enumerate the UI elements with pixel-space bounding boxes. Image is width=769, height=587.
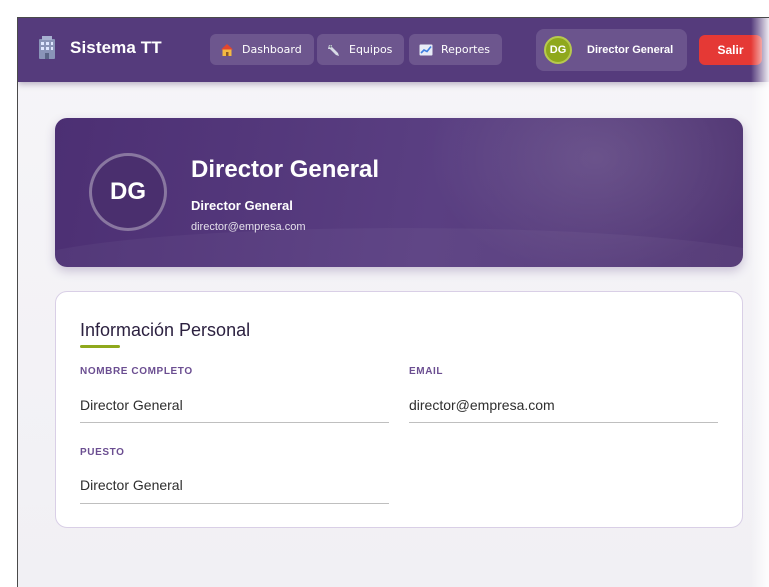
brand[interactable]: Sistema TT [38, 36, 162, 60]
full-name-value: Director General [80, 397, 183, 413]
logout-button[interactable]: Salir [699, 35, 762, 65]
nav-reportes-label: Reportes [441, 43, 490, 56]
position-label: PUESTO [80, 447, 125, 458]
profile-name: Director General [191, 156, 380, 183]
building-icon [38, 36, 56, 60]
nav-reportes[interactable]: Reportes [409, 34, 502, 65]
chart-icon [419, 43, 433, 57]
nav-equipos[interactable]: Equipos [317, 34, 405, 65]
nav-dashboard[interactable]: Dashboard [210, 34, 314, 65]
position-underline [80, 503, 389, 504]
personal-info-card: Información Personal NOMBRE COMPLETO Dir… [55, 291, 743, 528]
email-value: director@empresa.com [409, 397, 555, 413]
user-avatar: DG [544, 36, 572, 64]
user-menu[interactable]: DG Director General [536, 29, 687, 71]
position-value: Director General [80, 477, 183, 493]
full-name-underline [80, 422, 389, 423]
nav-equipos-label: Equipos [349, 43, 393, 56]
section-title-underline [80, 345, 120, 348]
email-underline [409, 422, 718, 423]
full-name-label: NOMBRE COMPLETO [80, 366, 193, 377]
house-icon [220, 43, 234, 57]
nav-dashboard-label: Dashboard [242, 43, 302, 56]
brand-title: Sistema TT [70, 38, 162, 57]
app-window: Sistema TT Dashboard Equipos Reportes DG… [17, 17, 769, 587]
profile-email: director@empresa.com [191, 221, 306, 233]
user-name: Director General [587, 44, 674, 56]
profile-role: Director General [191, 198, 293, 213]
email-label: EMAIL [409, 366, 444, 377]
top-navbar: Sistema TT Dashboard Equipos Reportes DG… [18, 18, 769, 82]
section-title: Información Personal [80, 320, 251, 340]
profile-avatar: DG [89, 153, 167, 231]
wrench-icon [327, 43, 341, 57]
profile-header-card: DG Director General Director General dir… [55, 118, 743, 267]
